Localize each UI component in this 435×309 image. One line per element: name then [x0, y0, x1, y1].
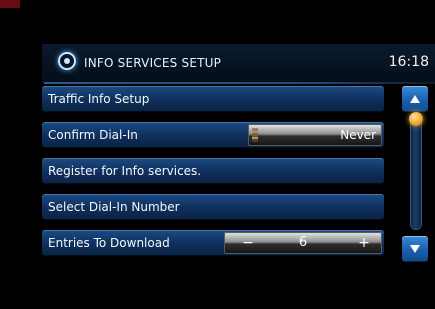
header-divider [44, 82, 435, 84]
arrow-down-icon [410, 245, 420, 253]
info-services-icon [58, 52, 76, 70]
scroll-down-button[interactable] [402, 236, 428, 262]
menu-item-label: Traffic Info Setup [48, 92, 150, 106]
clock: 16:18 [388, 54, 429, 70]
menu-item-select-dial-in-number[interactable]: Select Dial-In Number [42, 194, 384, 220]
infotainment-screen: INFO SERVICES SETUP 16:18 Traffic Info S… [0, 0, 435, 309]
toggle-grip-icon [252, 128, 258, 142]
menu-item-register-info-services[interactable]: Register for Info services. [42, 158, 384, 184]
increment-button[interactable]: + [352, 232, 376, 254]
confirm-dial-in-selector[interactable]: Never [248, 124, 382, 146]
confirm-dial-in-value: Never [340, 128, 376, 142]
scrollbar-thumb[interactable] [409, 112, 423, 126]
entries-stepper: − 6 + [224, 232, 382, 254]
menu-item-label: Select Dial-In Number [48, 200, 180, 214]
menu-item-entries-to-download[interactable]: Entries To Download − 6 + [42, 230, 384, 256]
menu-item-label: Entries To Download [48, 236, 170, 250]
arrow-up-icon [410, 95, 420, 103]
page-title: INFO SERVICES SETUP [84, 56, 222, 70]
menu-item-label: Register for Info services. [48, 164, 202, 178]
menu-item-label: Confirm Dial-In [48, 128, 138, 142]
scroll-up-button[interactable] [402, 86, 428, 112]
menu-item-confirm-dial-in[interactable]: Confirm Dial-In Never [42, 122, 384, 148]
corner-marker [0, 0, 20, 8]
menu-item-traffic-info-setup[interactable]: Traffic Info Setup [42, 86, 384, 112]
scrollbar-track[interactable] [410, 118, 422, 230]
